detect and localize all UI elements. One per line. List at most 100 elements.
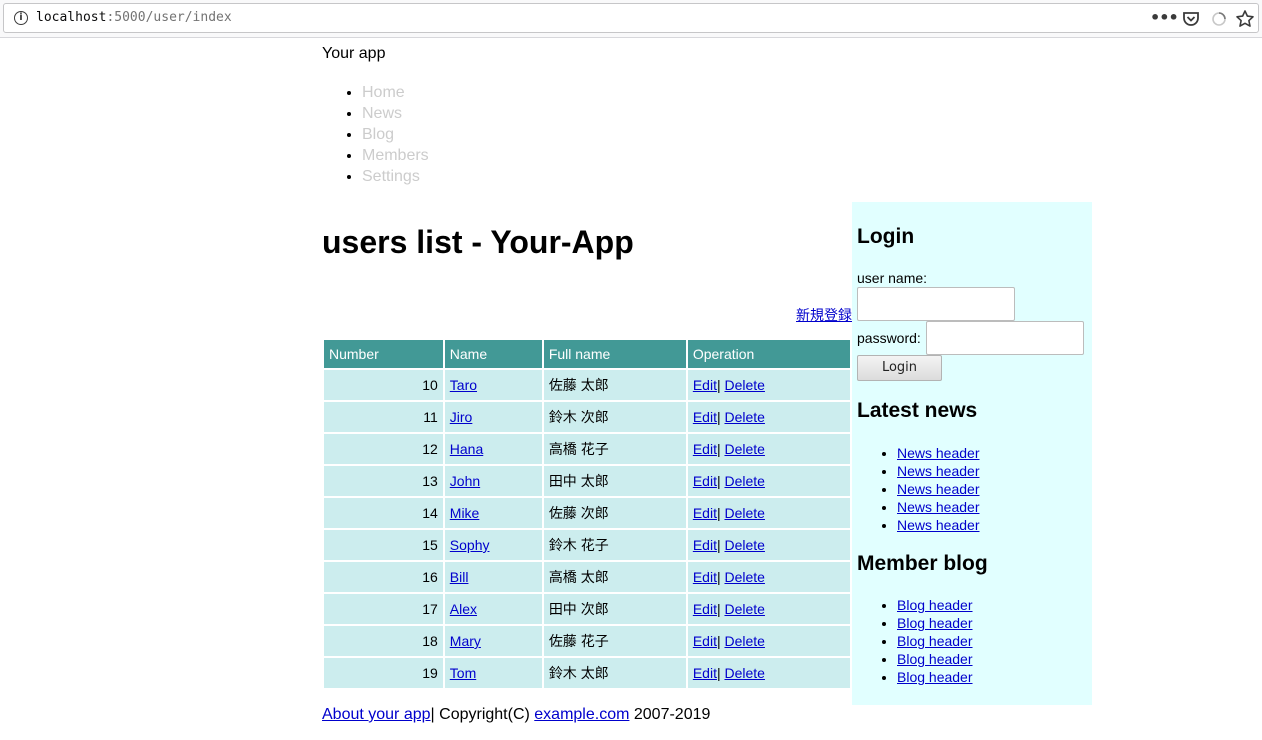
nav-item-blog[interactable]: Blog	[362, 124, 429, 145]
operation-separator: |	[716, 441, 721, 457]
column-header-number: Number	[324, 340, 443, 368]
news-link[interactable]: News header	[897, 463, 980, 479]
cell-name: Jiro	[444, 402, 542, 432]
user-name-link[interactable]: Taro	[450, 377, 477, 393]
delete-link[interactable]: Delete	[724, 569, 764, 585]
user-name-link[interactable]: Hana	[450, 441, 483, 457]
user-name-link[interactable]: Sophy	[450, 537, 490, 553]
cell-full-name: 田中 太郎	[543, 466, 686, 496]
site-link[interactable]: example.com	[534, 706, 629, 723]
blog-list: Blog header Blog header Blog header Blog…	[857, 596, 973, 686]
new-registration-link[interactable]: 新規登録	[796, 305, 852, 325]
user-name-link[interactable]: Alex	[450, 601, 477, 617]
cell-operation: Edit| Delete	[687, 498, 850, 528]
delete-link[interactable]: Delete	[724, 601, 764, 617]
login-button[interactable]: Login	[857, 355, 942, 381]
username-input[interactable]	[857, 287, 1015, 321]
table-row: 17 Alex 田中 次郎 Edit| Delete	[324, 594, 850, 624]
user-name-link[interactable]: Bill	[450, 569, 469, 585]
password-label: password:	[857, 330, 921, 346]
cell-full-name: 鈴木 花子	[543, 530, 686, 560]
delete-link[interactable]: Delete	[724, 505, 764, 521]
blog-link[interactable]: Blog header	[897, 651, 973, 667]
blog-link[interactable]: Blog header	[897, 597, 973, 613]
news-link[interactable]: News header	[897, 445, 980, 461]
cell-operation: Edit| Delete	[687, 466, 850, 496]
table-row: 15 Sophy 鈴木 花子 Edit| Delete	[324, 530, 850, 560]
nav-item-settings[interactable]: Settings	[362, 166, 429, 187]
news-link[interactable]: News header	[897, 481, 980, 497]
info-icon[interactable]: i	[14, 11, 28, 25]
nav-item-home[interactable]: Home	[362, 82, 429, 103]
cell-full-name: 佐藤 太郎	[543, 370, 686, 400]
news-list-item: News header	[897, 498, 980, 516]
edit-link[interactable]: Edit	[693, 665, 717, 681]
copyright-text: | Copyright(C)	[430, 706, 535, 723]
delete-link[interactable]: Delete	[724, 409, 764, 425]
edit-link[interactable]: Edit	[693, 473, 717, 489]
cell-operation: Edit| Delete	[687, 658, 850, 688]
table-row: 12 Hana 高橋 花子 Edit| Delete	[324, 434, 850, 464]
sidebar: Login user name: password: Login Latest …	[852, 202, 1092, 705]
news-list: News header News header News header News…	[857, 444, 980, 534]
cell-full-name: 佐藤 花子	[543, 626, 686, 656]
blog-link[interactable]: Blog header	[897, 669, 973, 685]
nav-item-members[interactable]: Members	[362, 145, 429, 166]
url-path: :5000/user/index	[106, 10, 232, 25]
url-text[interactable]: localhost:5000/user/index	[36, 10, 232, 25]
news-link[interactable]: News header	[897, 499, 980, 515]
more-icon[interactable]: •••	[1150, 8, 1179, 30]
user-name-link[interactable]: Mary	[450, 633, 481, 649]
edit-link[interactable]: Edit	[693, 633, 717, 649]
news-link[interactable]: News header	[897, 517, 980, 533]
cell-operation: Edit| Delete	[687, 626, 850, 656]
operation-separator: |	[716, 665, 721, 681]
delete-link[interactable]: Delete	[724, 665, 764, 681]
cell-number: 15	[324, 530, 443, 560]
pocket-icon[interactable]	[1180, 8, 1202, 30]
column-header-name: Name	[444, 340, 542, 368]
edit-link[interactable]: Edit	[693, 505, 717, 521]
cell-full-name: 高橋 太郎	[543, 562, 686, 592]
edit-link[interactable]: Edit	[693, 537, 717, 553]
edit-link[interactable]: Edit	[693, 409, 717, 425]
loading-icon	[1208, 8, 1230, 30]
cell-name: Taro	[444, 370, 542, 400]
news-list-item: News header	[897, 462, 980, 480]
user-name-link[interactable]: Mike	[450, 505, 480, 521]
edit-link[interactable]: Edit	[693, 377, 717, 393]
browser-toolbar: i localhost:5000/user/index •••	[0, 0, 1262, 38]
nav-item-news[interactable]: News	[362, 103, 429, 124]
cell-full-name: 高橋 花子	[543, 434, 686, 464]
delete-link[interactable]: Delete	[724, 633, 764, 649]
user-name-link[interactable]: Tom	[450, 665, 476, 681]
operation-separator: |	[716, 409, 721, 425]
table-row: 18 Mary 佐藤 花子 Edit| Delete	[324, 626, 850, 656]
edit-link[interactable]: Edit	[693, 441, 717, 457]
user-name-link[interactable]: John	[450, 473, 480, 489]
password-input[interactable]	[926, 321, 1084, 355]
blog-link[interactable]: Blog header	[897, 615, 973, 631]
about-link[interactable]: About your app	[322, 706, 431, 723]
cell-full-name: 鈴木 太郎	[543, 658, 686, 688]
edit-link[interactable]: Edit	[693, 569, 717, 585]
edit-link[interactable]: Edit	[693, 601, 717, 617]
blog-link[interactable]: Blog header	[897, 633, 973, 649]
delete-link[interactable]: Delete	[724, 473, 764, 489]
delete-link[interactable]: Delete	[724, 377, 764, 393]
cell-number: 13	[324, 466, 443, 496]
delete-link[interactable]: Delete	[724, 441, 764, 457]
cell-number: 12	[324, 434, 443, 464]
bookmark-star-icon[interactable]	[1234, 8, 1256, 30]
cell-name: Hana	[444, 434, 542, 464]
address-bar[interactable]: i localhost:5000/user/index •••	[3, 3, 1259, 33]
user-name-link[interactable]: Jiro	[450, 409, 473, 425]
news-list-item: News header	[897, 480, 980, 498]
cell-name: Mary	[444, 626, 542, 656]
delete-link[interactable]: Delete	[724, 537, 764, 553]
cell-operation: Edit| Delete	[687, 530, 850, 560]
table-row: 16 Bill 高橋 太郎 Edit| Delete	[324, 562, 850, 592]
operation-separator: |	[716, 377, 721, 393]
cell-full-name: 佐藤 次郎	[543, 498, 686, 528]
cell-number: 14	[324, 498, 443, 528]
